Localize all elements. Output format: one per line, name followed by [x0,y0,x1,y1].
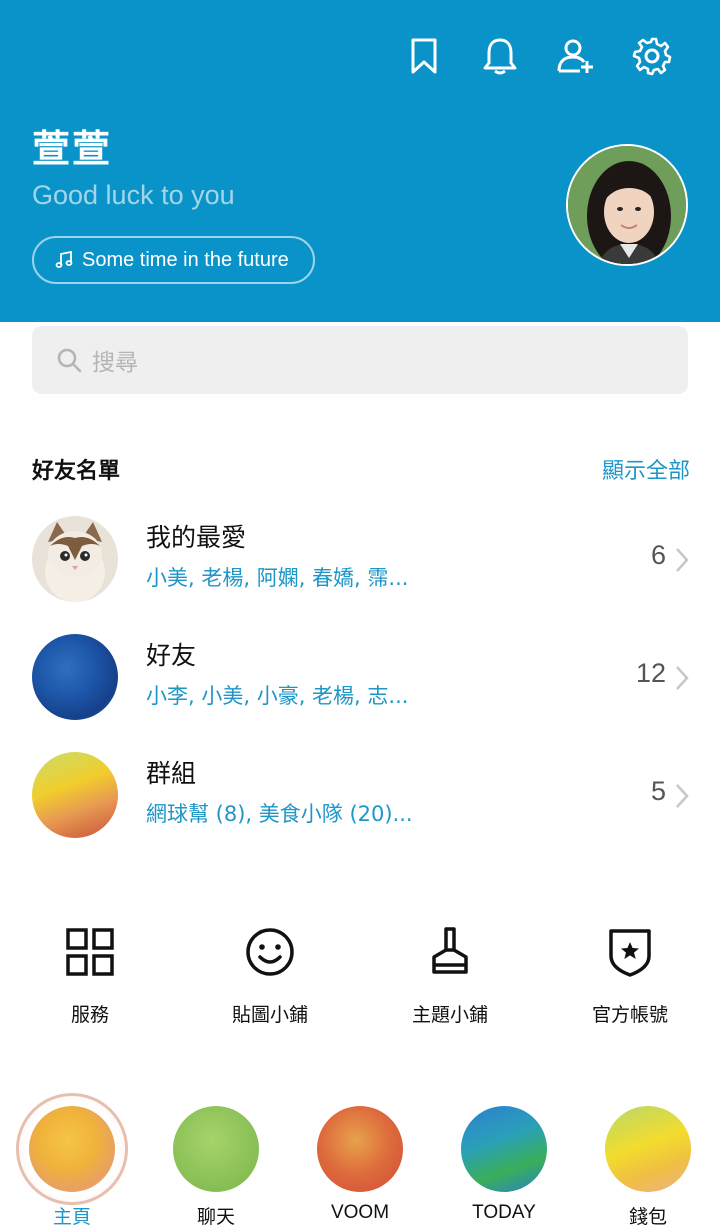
groups-thumbnail [32,752,118,838]
row-title: 群組 [146,759,197,788]
row-count: 5 [650,776,666,806]
nav-tab-today[interactable]: TODAY [432,1096,576,1232]
today-tab-icon [461,1106,547,1192]
bell-icon [483,38,517,75]
nav-tab-chats[interactable]: 聊天 [144,1096,288,1232]
theme-shop-shortcut[interactable]: 主題小鋪 [360,924,540,1034]
shortcut-label: 貼圖小鋪 [231,1004,308,1026]
row-count: 6 [650,540,666,570]
profile-photo [568,146,686,264]
nav-tab-wallet[interactable]: 錢包 [576,1096,720,1232]
bookmark-button[interactable] [386,30,462,82]
brush-icon [432,927,468,974]
profile-music-button[interactable]: Some time in the future [32,236,315,284]
cat-photo [32,516,118,602]
avatar[interactable] [566,144,688,266]
profile-name[interactable]: 萱萱 [32,118,112,173]
row-title: 好友 [146,641,197,670]
row-members: 網球幫 (8), 美食小隊 (20)... [146,802,413,826]
search-placeholder: 搜尋 [92,350,138,376]
shortcut-label: 服務 [70,1004,109,1026]
status-message[interactable]: Good luck to you [32,180,235,211]
friend-list-row-favorites[interactable]: 我的最愛 小美, 老楊, 阿嫻, 春嬌, 霈... 6 [0,510,720,610]
settings-gear-icon [632,37,672,76]
nav-label: 聊天 [196,1207,235,1228]
music-note-icon [55,250,73,268]
bottom-navigation: 主頁 聊天 VOOM TODAY 錢包 [0,1093,720,1232]
profile-header: 萱萱 Good luck to you Some time in the fut… [0,0,720,322]
bookmark-icon [411,38,437,74]
row-count: 12 [635,658,666,688]
chevron-right-icon [676,548,689,572]
sticker-shop-shortcut[interactable]: 貼圖小鋪 [180,924,360,1034]
notifications-button[interactable] [462,30,538,82]
shortcut-label: 官方帳號 [591,1004,668,1026]
settings-button[interactable] [614,30,690,82]
add-friend-icon [557,39,593,73]
grid-icon [66,928,114,976]
official-accounts-shortcut[interactable]: 官方帳號 [540,924,720,1034]
favorites-thumbnail [32,516,118,602]
shortcut-label: 主題小鋪 [411,1004,488,1026]
friends-thumbnail [32,634,118,720]
chats-tab-icon [173,1106,259,1192]
row-title: 我的最愛 [146,523,247,552]
header-icon-bar [386,30,690,82]
nav-label: 錢包 [628,1207,667,1228]
search-input[interactable]: 搜尋 [32,326,688,394]
shield-star-icon [609,929,651,977]
row-members: 小美, 老楊, 阿嫻, 春嬌, 霈... [146,566,409,590]
profile-music-label: Some time in the future [82,248,289,271]
nav-label: VOOM [330,1202,390,1223]
active-tab-ring [16,1093,128,1205]
chevron-right-icon [676,784,689,808]
nav-label: 主頁 [52,1207,91,1228]
nav-tab-voom[interactable]: VOOM [288,1096,432,1232]
show-all-link[interactable]: 顯示全部 [602,453,690,485]
search-icon [57,348,82,373]
voom-tab-icon [317,1106,403,1192]
add-friend-button[interactable] [538,30,614,82]
friend-list-row-friends[interactable]: 好友 小李, 小美, 小豪, 老楊, 志... 12 [0,628,720,728]
chevron-right-icon [676,666,689,690]
smiley-icon [246,928,294,976]
wallet-tab-icon [605,1106,691,1192]
services-shortcut[interactable]: 服務 [0,924,180,1034]
row-members: 小李, 小美, 小豪, 老楊, 志... [146,684,409,708]
friend-list-row-groups[interactable]: 群組 網球幫 (8), 美食小隊 (20)... 5 [0,746,720,846]
nav-label: TODAY [472,1202,536,1223]
shortcut-bar: 服務 貼圖小鋪 主題小鋪 官方帳號 [0,924,720,1034]
friends-section-title: 好友名單 [32,459,121,484]
nav-tab-home[interactable]: 主頁 [0,1093,144,1232]
